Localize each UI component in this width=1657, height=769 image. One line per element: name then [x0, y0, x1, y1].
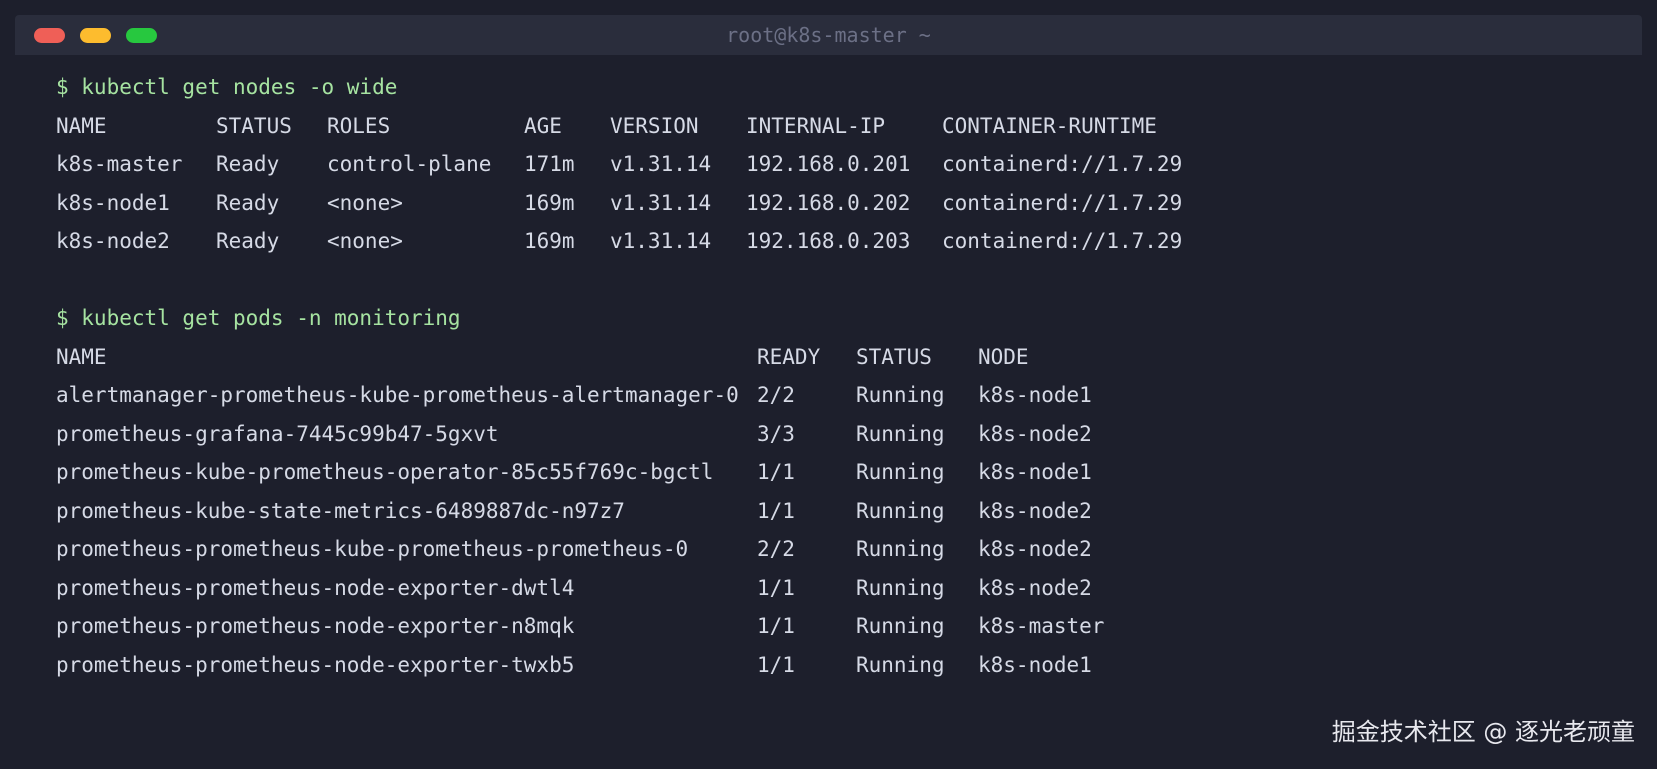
pod-node: k8s-node1 — [978, 383, 1092, 407]
pods-table-header: NAME READY STATUS NODE — [56, 338, 1029, 377]
title-bar: root@k8s-master ~ — [15, 15, 1642, 55]
nodes-table-header: NAME STATUS ROLES AGE VERSION INTERNAL-I… — [56, 107, 1157, 146]
header-name: NAME — [56, 113, 107, 138]
header-roles: ROLES — [327, 113, 391, 138]
header-age: AGE — [524, 113, 562, 138]
header-container-runtime: CONTAINER-RUNTIME — [942, 113, 1157, 138]
pod-status: Running — [856, 460, 945, 484]
node-internal-ip: 192.168.0.201 — [746, 152, 911, 176]
pod-name: alertmanager-prometheus-kube-prometheus-… — [56, 383, 739, 407]
pod-name: prometheus-kube-prometheus-operator-85c5… — [56, 460, 714, 484]
terminal-window: root@k8s-master ~ $ kubectl get nodes -o… — [0, 0, 1657, 769]
node-name: k8s-master — [56, 152, 183, 176]
pod-ready: 3/3 — [757, 421, 795, 446]
pod-name: prometheus-prometheus-kube-prometheus-pr… — [56, 537, 689, 561]
pod-name: prometheus-grafana-7445c99b47-5gxvt — [56, 421, 499, 446]
pod-ready: 1/1 — [757, 460, 795, 484]
node-version: v1.31.14 — [610, 229, 712, 253]
pod-ready: 1/1 — [757, 614, 795, 638]
pod-row: prometheus-prometheus-node-exporter-twxb… — [56, 646, 1092, 685]
node-status: Ready — [216, 190, 280, 215]
pod-status: Running — [856, 652, 945, 677]
node-internal-ip: 192.168.0.202 — [746, 190, 911, 215]
pod-status: Running — [856, 498, 945, 523]
pod-row: prometheus-kube-prometheus-operator-85c5… — [56, 453, 1092, 492]
pod-name: prometheus-prometheus-node-exporter-twxb… — [56, 652, 575, 677]
pod-row: alertmanager-prometheus-kube-prometheus-… — [56, 376, 1092, 415]
header-node: NODE — [978, 344, 1029, 369]
header-status: STATUS — [856, 344, 932, 369]
pod-ready: 2/2 — [757, 383, 795, 407]
pod-status: Running — [856, 421, 945, 446]
command-line-pods: $ kubectl get pods -n monitoring — [56, 306, 461, 330]
pod-name: prometheus-kube-state-metrics-6489887dc-… — [56, 498, 625, 523]
node-container-runtime: containerd://1.7.29 — [942, 190, 1183, 215]
header-status: STATUS — [216, 113, 292, 138]
node-version: v1.31.14 — [610, 190, 712, 215]
node-name: k8s-node1 — [56, 190, 170, 215]
header-name: NAME — [56, 344, 107, 369]
node-row: k8s-node2 Ready <none> 169m v1.31.14 192… — [56, 222, 1182, 261]
watermark: 掘金技术社区 @ 逐光老顽童 — [1331, 718, 1635, 746]
node-age: 169m — [524, 229, 575, 253]
header-version: VERSION — [610, 113, 699, 138]
node-container-runtime: containerd://1.7.29 — [942, 229, 1183, 253]
pod-node: k8s-node1 — [978, 460, 1092, 484]
pod-row: prometheus-prometheus-node-exporter-dwtl… — [56, 569, 1092, 608]
node-status: Ready — [216, 152, 280, 176]
pod-status: Running — [856, 383, 945, 407]
node-age: 169m — [524, 190, 575, 215]
node-container-runtime: containerd://1.7.29 — [942, 152, 1183, 176]
pod-status: Running — [856, 614, 945, 638]
pod-ready: 2/2 — [757, 537, 795, 561]
pod-ready: 1/1 — [757, 498, 795, 523]
node-roles: <none> — [327, 229, 403, 253]
pod-row: prometheus-grafana-7445c99b47-5gxvt 3/3 … — [56, 415, 1092, 454]
pod-ready: 1/1 — [757, 652, 795, 677]
node-internal-ip: 192.168.0.203 — [746, 229, 911, 253]
pod-status: Running — [856, 537, 945, 561]
pod-name: prometheus-prometheus-node-exporter-dwtl… — [56, 575, 575, 600]
terminal-output[interactable]: $ kubectl get nodes -o wide NAME STATUS … — [56, 68, 1182, 685]
pod-row: prometheus-prometheus-node-exporter-n8mq… — [56, 607, 1104, 646]
header-internal-ip: INTERNAL-IP — [746, 113, 886, 138]
node-version: v1.31.14 — [610, 152, 712, 176]
pod-node: k8s-node2 — [978, 498, 1092, 523]
pod-name: prometheus-prometheus-node-exporter-n8mq… — [56, 614, 575, 638]
node-roles: control-plane — [327, 152, 492, 176]
node-name: k8s-node2 — [56, 229, 170, 253]
node-row: k8s-master Ready control-plane 171m v1.3… — [56, 145, 1182, 184]
pod-node: k8s-node1 — [978, 652, 1092, 677]
pod-node: k8s-master — [978, 614, 1105, 638]
node-status: Ready — [216, 229, 280, 253]
pod-node: k8s-node2 — [978, 537, 1092, 561]
pod-status: Running — [856, 575, 945, 600]
node-row: k8s-node1 Ready <none> 169m v1.31.14 192… — [56, 184, 1182, 223]
node-roles: <none> — [327, 190, 403, 215]
pod-row: prometheus-prometheus-kube-prometheus-pr… — [56, 530, 1092, 569]
header-ready: READY — [757, 344, 821, 369]
pod-node: k8s-node2 — [978, 575, 1092, 600]
pod-row: prometheus-kube-state-metrics-6489887dc-… — [56, 492, 1092, 531]
node-age: 171m — [524, 152, 575, 176]
pod-ready: 1/1 — [757, 575, 795, 600]
window-title: root@k8s-master ~ — [726, 23, 931, 47]
command-line-nodes: $ kubectl get nodes -o wide — [56, 75, 398, 99]
pod-node: k8s-node2 — [978, 421, 1092, 446]
